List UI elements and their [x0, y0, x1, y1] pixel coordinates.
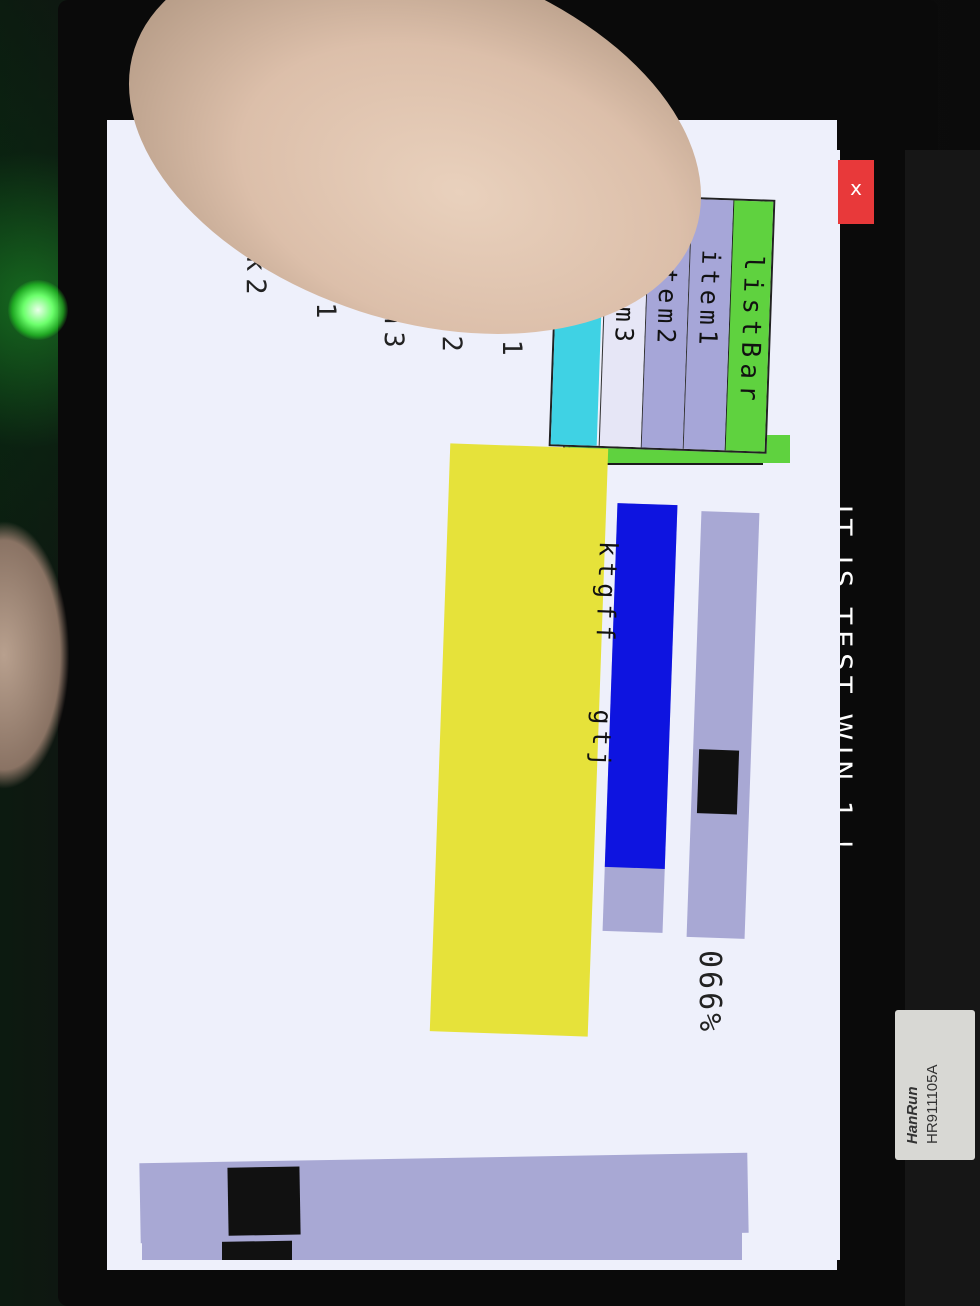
ethernet-jack: HanRun HR911105A	[895, 1010, 975, 1160]
close-label: x	[850, 176, 862, 200]
close-button[interactable]: x	[838, 160, 874, 224]
list-item-label: item1	[693, 249, 726, 351]
chip-brand: HanRun	[904, 1086, 921, 1145]
slider-value-label: 066%	[692, 950, 727, 1035]
scrollbar-thumb[interactable]	[227, 1166, 301, 1236]
text-area-line: ktgff gtj	[585, 540, 623, 774]
slider-thumb[interactable]	[696, 749, 740, 815]
horizontal-scrollbar[interactable]	[139, 1152, 749, 1244]
ethernet-jack-label: HanRun HR911105A	[903, 1024, 963, 1145]
listbox-header-label: listBar	[733, 254, 769, 408]
finger-left	[0, 520, 70, 790]
title-bar	[790, 150, 840, 1260]
text-area-content: ktgff gtj	[557, 456, 655, 775]
slider-value: 066%	[692, 950, 727, 1034]
text-area[interactable]: ktgff gtj	[429, 443, 623, 1037]
green-led	[8, 280, 68, 340]
chip-model: HR911105A	[924, 1064, 941, 1145]
